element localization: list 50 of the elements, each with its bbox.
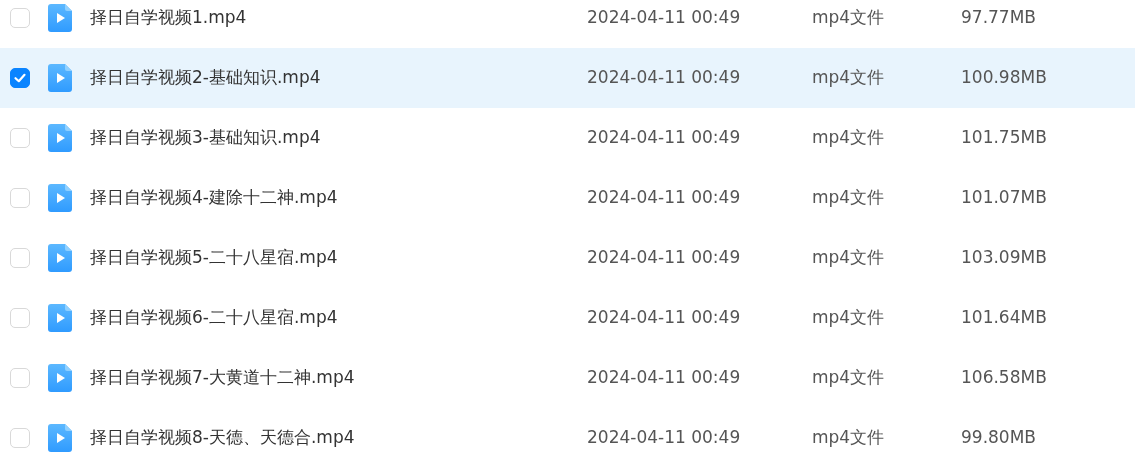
file-name: 择日自学视频4-建除十二神.mp4 [90,186,339,210]
file-row[interactable]: 择日自学视频3-基础知识.mp4 2024-04-11 00:49 mp4文件 101.75MB [0,108,1135,168]
video-file-icon [48,424,72,452]
file-type: mp4文件 [812,246,886,270]
file-type: mp4文件 [812,306,886,330]
file-name: 择日自学视频5-二十八星宿.mp4 [90,246,339,270]
file-type: mp4文件 [812,66,886,90]
video-file-icon [48,184,72,212]
modified-date: 2024-04-11 00:49 [587,366,742,390]
file-type: mp4文件 [812,366,886,390]
file-row[interactable]: 择日自学视频1.mp4 2024-04-11 00:49 mp4文件 97.77MB [0,0,1135,48]
file-row[interactable]: 择日自学视频2-基础知识.mp4 2024-04-11 00:49 mp4文件 100.98MB [0,48,1135,108]
file-row[interactable]: 择日自学视频8-天德、天德合.mp4 2024-04-11 00:49 mp4文件 99.80MB [0,408,1135,468]
file-size: 101.64MB [961,306,1047,330]
file-row[interactable]: 择日自学视频5-二十八星宿.mp4 2024-04-11 00:49 mp4文件 103.09MB [0,228,1135,288]
file-name: 择日自学视频6-二十八星宿.mp4 [90,306,339,330]
modified-date: 2024-04-11 00:49 [587,186,742,210]
modified-date: 2024-04-11 00:49 [587,306,742,330]
file-size: 103.09MB [961,246,1047,270]
modified-date: 2024-04-11 00:49 [587,66,742,90]
video-file-icon [48,124,72,152]
check-icon [13,71,27,85]
video-file-icon [48,244,72,272]
file-type: mp4文件 [812,126,886,150]
file-name: 择日自学视频2-基础知识.mp4 [90,66,322,90]
file-type: mp4文件 [812,6,886,30]
video-file-icon [48,304,72,332]
file-row[interactable]: 择日自学视频6-二十八星宿.mp4 2024-04-11 00:49 mp4文件 101.64MB [0,288,1135,348]
file-size: 101.07MB [961,186,1047,210]
video-file-icon [48,64,72,92]
file-row[interactable]: 择日自学视频4-建除十二神.mp4 2024-04-11 00:49 mp4文件 101.07MB [0,168,1135,228]
file-size: 100.98MB [961,66,1047,90]
file-type: mp4文件 [812,186,886,210]
modified-date: 2024-04-11 00:49 [587,126,742,150]
file-size: 99.80MB [961,426,1036,450]
file-row[interactable]: 择日自学视频7-大黄道十二神.mp4 2024-04-11 00:49 mp4文件 106.58MB [0,348,1135,408]
file-name: 择日自学视频1.mp4 [90,6,248,30]
video-file-icon [48,4,72,32]
modified-date: 2024-04-11 00:49 [587,426,742,450]
modified-date: 2024-04-11 00:49 [587,6,742,30]
file-size: 97.77MB [961,6,1036,30]
file-size: 101.75MB [961,126,1047,150]
file-size: 106.58MB [961,366,1047,390]
file-type: mp4文件 [812,426,886,450]
checkbox[interactable] [10,68,30,88]
video-file-icon [48,364,72,392]
file-name: 择日自学视频3-基础知识.mp4 [90,126,322,150]
file-name: 择日自学视频8-天德、天德合.mp4 [90,426,356,450]
modified-date: 2024-04-11 00:49 [587,246,742,270]
file-name: 择日自学视频7-大黄道十二神.mp4 [90,366,356,390]
